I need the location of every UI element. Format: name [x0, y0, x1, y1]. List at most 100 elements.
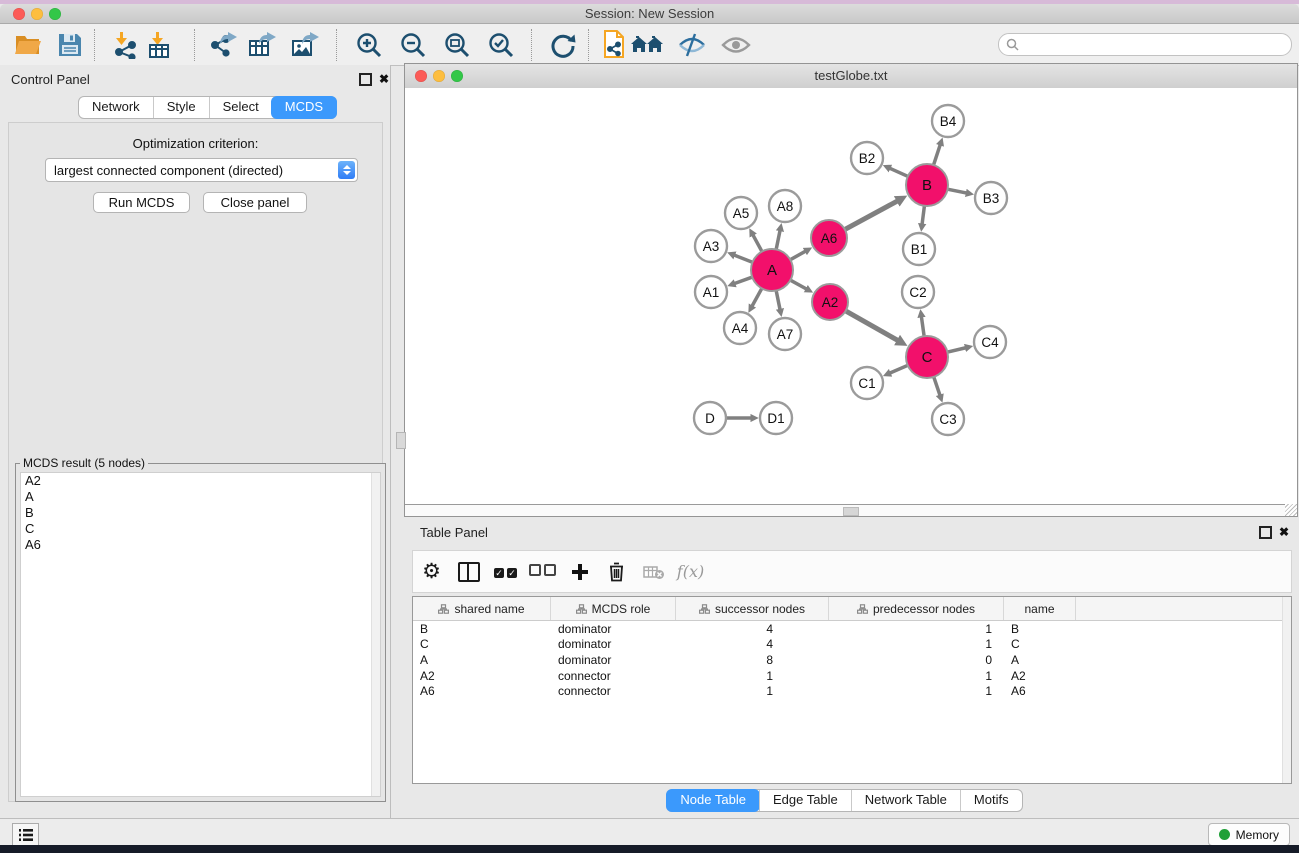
cell[interactable]: 1: [676, 684, 829, 698]
node-A[interactable]: A: [751, 249, 793, 291]
edge-A-A8[interactable]: [776, 231, 780, 251]
export-table-button[interactable]: [245, 29, 279, 61]
table-row[interactable]: Bdominator41B: [413, 621, 1291, 637]
cell[interactable]: A6: [1004, 684, 1076, 698]
delete-column-button[interactable]: [598, 555, 635, 589]
save-session-button[interactable]: [53, 29, 87, 61]
edge-C-C1[interactable]: [890, 365, 909, 373]
import-network-button[interactable]: [108, 29, 142, 61]
cell[interactable]: 1: [676, 669, 829, 683]
tab-edge-table[interactable]: Edge Table: [759, 790, 851, 811]
add-column-button[interactable]: [561, 555, 598, 589]
column-header-shared-name[interactable]: shared name: [413, 597, 551, 620]
zoom-out-button[interactable]: [396, 29, 430, 61]
zoom-fit-button[interactable]: [440, 29, 474, 61]
node-D[interactable]: D: [694, 402, 726, 434]
node-B1[interactable]: B1: [903, 233, 935, 265]
table-row[interactable]: A2connector11A2: [413, 668, 1291, 684]
show-graphics-details-button[interactable]: [719, 29, 753, 61]
edge-A2-C[interactable]: [844, 310, 898, 340]
memory-button[interactable]: Memory: [1208, 823, 1290, 846]
cell[interactable]: C: [1004, 637, 1076, 651]
cell[interactable]: 1: [829, 669, 1004, 683]
run-mcds-button[interactable]: Run MCDS: [93, 192, 190, 213]
column-header-successor-nodes[interactable]: successor nodes: [676, 597, 829, 620]
cell[interactable]: C: [413, 637, 551, 651]
edge-C-C3[interactable]: [933, 375, 940, 395]
function-builder-button[interactable]: f(x): [672, 555, 709, 589]
hide-graphics-details-button[interactable]: [675, 29, 709, 61]
close-panel-icon[interactable]: ✖: [379, 73, 389, 85]
tab-motifs[interactable]: Motifs: [960, 790, 1022, 811]
node-A5[interactable]: A5: [725, 197, 757, 229]
cell[interactable]: 8: [676, 653, 829, 667]
open-session-button[interactable]: [11, 29, 45, 61]
column-header-MCDS-role[interactable]: MCDS role: [551, 597, 676, 620]
search-input[interactable]: [1023, 37, 1291, 53]
node-A6[interactable]: A6: [811, 220, 847, 256]
tab-network[interactable]: Network: [79, 97, 153, 118]
tab-network-table[interactable]: Network Table: [851, 790, 960, 811]
table-scrollbar[interactable]: [1282, 597, 1291, 783]
cell[interactable]: A: [413, 653, 551, 667]
node-C1[interactable]: C1: [851, 367, 883, 399]
result-item[interactable]: A: [21, 489, 380, 505]
network-canvas[interactable]: AA1A2A3A4A5A6A7A8BB1B2B3B4CC1C2C3C4DD1: [405, 88, 1297, 506]
node-D1[interactable]: D1: [760, 402, 792, 434]
cell[interactable]: 0: [829, 653, 1004, 667]
network-window-titlebar[interactable]: testGlobe.txt: [405, 64, 1297, 89]
edge-A-A1[interactable]: [735, 276, 754, 283]
edge-B-B3[interactable]: [946, 189, 966, 193]
houses-button[interactable]: [630, 29, 664, 61]
refresh-layout-button[interactable]: [545, 29, 579, 61]
cell[interactable]: A6: [413, 684, 551, 698]
cell[interactable]: B: [1004, 622, 1076, 636]
zoom-selected-button[interactable]: [484, 29, 518, 61]
node-C4[interactable]: C4: [974, 326, 1006, 358]
edge-A6-B[interactable]: [843, 201, 897, 230]
network-vscroll-thumb[interactable]: [396, 432, 406, 449]
network-hscroll-thumb[interactable]: [843, 507, 859, 516]
cell[interactable]: 1: [829, 684, 1004, 698]
cell[interactable]: dominator: [551, 622, 676, 636]
node-C3[interactable]: C3: [932, 403, 964, 435]
node-C[interactable]: C: [906, 336, 948, 378]
node-C2[interactable]: C2: [902, 276, 934, 308]
table-row[interactable]: Cdominator41C: [413, 637, 1291, 653]
result-item[interactable]: A6: [21, 537, 380, 553]
tab-node-table[interactable]: Node Table: [666, 789, 760, 812]
table-close-icon[interactable]: ✖: [1279, 526, 1289, 538]
open-network-document-button[interactable]: [597, 29, 631, 61]
tab-mcds[interactable]: MCDS: [271, 96, 337, 119]
result-item[interactable]: B: [21, 505, 380, 521]
node-A1[interactable]: A1: [695, 276, 727, 308]
node-B2[interactable]: B2: [851, 142, 883, 174]
edge-C-C2[interactable]: [921, 317, 924, 338]
column-header-predecessor-nodes[interactable]: predecessor nodes: [829, 597, 1004, 620]
node-A7[interactable]: A7: [769, 318, 801, 350]
result-scrollbar[interactable]: [371, 473, 380, 796]
cell[interactable]: A: [1004, 653, 1076, 667]
edge-A-A3[interactable]: [735, 255, 755, 263]
edge-A-A4[interactable]: [752, 287, 763, 306]
edge-A-A5[interactable]: [753, 235, 763, 253]
criterion-select[interactable]: largest connected component (directed): [45, 158, 358, 182]
table-float-icon[interactable]: [1259, 526, 1272, 539]
result-item[interactable]: C: [21, 521, 380, 537]
table-row[interactable]: A6connector11A6: [413, 683, 1291, 699]
tab-select[interactable]: Select: [209, 97, 272, 118]
table-row[interactable]: Adominator80A: [413, 652, 1291, 668]
node-A8[interactable]: A8: [769, 190, 801, 222]
node-A3[interactable]: A3: [695, 230, 727, 262]
edge-B-B4[interactable]: [933, 145, 940, 167]
import-table-button[interactable]: [142, 29, 176, 61]
edge-B-B2[interactable]: [890, 168, 910, 177]
cell[interactable]: connector: [551, 684, 676, 698]
select-all-button[interactable]: ✓✓: [487, 555, 524, 589]
node-B4[interactable]: B4: [932, 105, 964, 137]
node-B3[interactable]: B3: [975, 182, 1007, 214]
network-hscrollbar[interactable]: [405, 504, 1297, 516]
cell[interactable]: 1: [829, 622, 1004, 636]
result-item[interactable]: A2: [21, 473, 380, 489]
show-columns-button[interactable]: [450, 555, 487, 589]
